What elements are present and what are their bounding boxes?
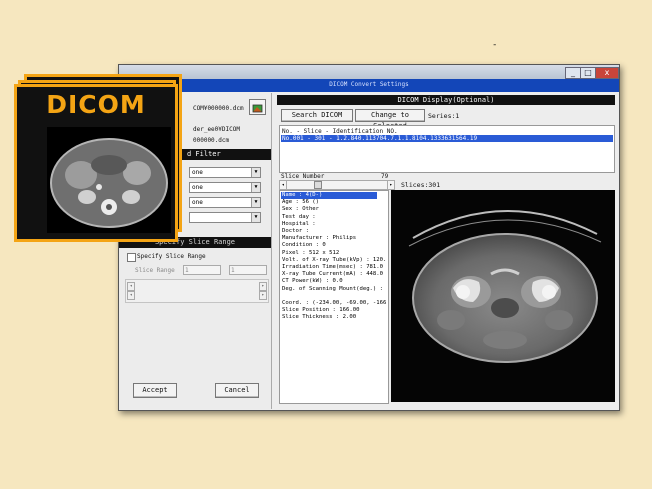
minimize-icon[interactable]: _ [565,67,581,79]
dialog-title: DICOM Convert Settings [329,81,409,88]
display-header: DICOM Display(Optional) [277,95,615,105]
info-line: Test day : [282,213,316,220]
chevron-down-icon: ▼ [251,198,260,207]
info-line: Condition : 0 [282,242,326,249]
chevron-down-icon: ▼ [251,213,260,222]
info-line: Age : 56 () [282,199,320,206]
ct-image-viewer[interactable] [391,190,615,402]
cancel-button[interactable]: Cancel [215,383,259,398]
slider-thumb[interactable] [314,181,322,189]
list-header: No. - Slice - Identification NO. [282,128,398,135]
slider-right-arrow-icon-2[interactable]: ▸ [259,291,267,300]
dialog-title-bar: DICOM Convert Settings [119,79,619,92]
window-titlebar: _ □ x [119,65,619,80]
maximize-icon[interactable]: □ [580,67,596,79]
filter-combo-2-value: one [192,184,203,191]
slices-total: Slices:301 [401,181,441,189]
close-icon[interactable]: x [595,67,619,79]
slice-slider[interactable]: ◂ ▸ [279,180,395,190]
info-line: Manufacturer : Philips [282,235,357,242]
list-item-text: No.001 - 301 - 1.2.840.113704.7.1.1.8104… [282,135,478,142]
info-line: Volt. of X-ray Tube(kVp) : 120. [282,256,387,263]
slider-left-arrow-icon[interactable]: ◂ [280,181,287,189]
info-line: Hospital : [282,220,316,227]
dicom-window: _ □ x DICOM Convert Settings COM¥000000.… [118,64,620,411]
list-item[interactable]: No.001 - 301 - 1.2.840.113704.7.1.1.8104… [281,135,613,142]
info-line: Slice Position : 166.00 [282,307,360,314]
filter-combo-1-value: one [192,169,203,176]
accept-button[interactable]: Accept [133,383,177,398]
slice-range-from-input[interactable]: 1 [183,265,221,275]
slider-right-arrow-icon[interactable]: ▸ [387,181,394,189]
info-line: Coord. : (-234.00, -69.00, -166 [282,300,387,307]
badge-front-card: DICOM [14,84,178,242]
info-line: Pixel : 512 x 512 [282,249,340,256]
folder-image-icon [252,104,263,113]
series-label: Series:1 [428,112,460,120]
slice-range-to-input[interactable]: 1 [229,265,267,275]
slider-left-arrow-icon[interactable]: ◂ [127,282,135,291]
info-line: Irradiation Time(msec) : 781.0 [282,264,384,271]
file-path-1: COM¥000000.dcm [193,105,244,112]
info-line: Name : 4(D-) [282,192,323,198]
filter-combo-3[interactable]: one ▼ [189,197,261,208]
slice-number-label: Slice Number [281,173,325,180]
filter-combo-2[interactable]: one ▼ [189,182,261,193]
info-lines: Name : 4(D-) Age : 56 () Sex : Other Tes… [282,192,386,322]
badge-label: DICOM [46,90,146,119]
slice-number-value: 79 [381,173,389,180]
file-path-2: der_ee0¥DICOM [193,126,240,133]
filter-combo-3-value: one [192,199,203,206]
filter-header: d Filter [181,149,271,160]
info-line: CT Power(kW) : 0.0 [282,278,343,285]
search-dicom-button[interactable]: Search DICOM [281,109,353,122]
slider-left-arrow-icon-2[interactable]: ◂ [127,291,135,300]
dicom-badge: DICOM [14,72,186,242]
file-path-3: 000000.dcm [193,137,230,144]
info-line: Sex : Other [282,206,320,213]
pelvis-ct-image [408,209,602,363]
filter-combo-1[interactable]: one ▼ [189,167,261,178]
info-line: X-ray Tube Current(mA) : 448.0 [282,271,384,278]
chevron-down-icon: ▼ [251,168,260,177]
abdomen-ct-image [50,138,168,228]
info-line: Deg. of Scanning Mount(deg.) : [282,285,384,292]
specify-slice-range-checkbox[interactable] [127,253,136,262]
change-to-selected-button[interactable]: Change to Selected [355,109,425,130]
info-line [282,293,386,300]
series-list[interactable]: No. - Slice - Identification NO. No.001 … [279,125,615,173]
open-folder-button[interactable] [249,99,266,115]
top-dash: - [492,40,498,50]
badge-ct-thumbnail [47,127,171,233]
filter-combo-4[interactable]: ▼ [189,212,261,223]
chevron-down-icon: ▼ [251,183,260,192]
dicom-info-panel: Name : 4(D-) Age : 56 () Sex : Other Tes… [279,190,389,404]
slice-range-slider-track[interactable]: ◂ ◂ ▸ ▸ [125,279,269,303]
info-line: Doctor : [282,228,309,235]
info-line: Slice Thickness : 2.00 [282,314,357,321]
specify-slice-range-label: Specify Slice Range [137,253,206,260]
slider-right-arrow-icon[interactable]: ▸ [259,282,267,291]
slice-range-label: Slice Range [135,267,175,274]
